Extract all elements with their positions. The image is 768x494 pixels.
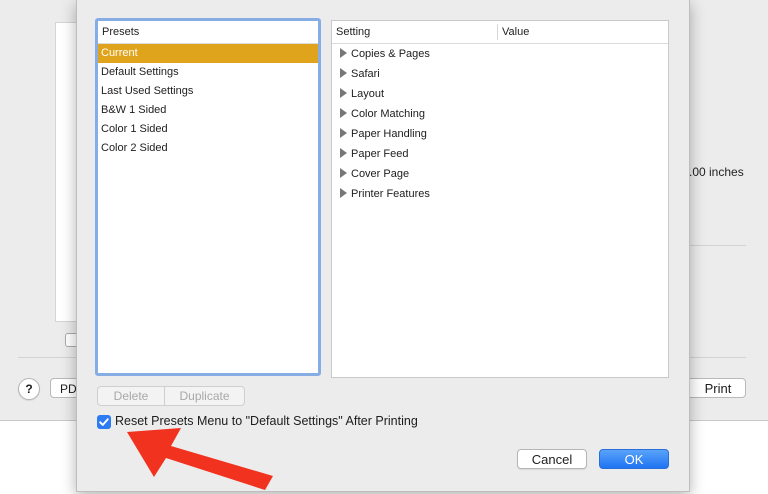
divider	[688, 357, 746, 358]
setting-label: Paper Handling	[351, 128, 427, 140]
setting-label: Layout	[351, 88, 385, 100]
setting-label: Color Matching	[351, 108, 425, 120]
delete-button[interactable]: Delete	[98, 387, 164, 405]
presets-list[interactable]: Presets Current Default Settings Last Us…	[95, 18, 321, 376]
disclosure-triangle-icon[interactable]	[340, 48, 347, 58]
ok-button[interactable]: OK	[599, 449, 669, 469]
disclosure-triangle-icon[interactable]	[340, 148, 347, 158]
help-button[interactable]: ?	[18, 378, 40, 400]
setting-label: Paper Feed	[351, 148, 409, 160]
disclosure-triangle-icon[interactable]	[340, 168, 347, 178]
preset-actions-group: Delete Duplicate	[97, 386, 245, 406]
preset-item-default-settings[interactable]: Default Settings	[98, 63, 318, 82]
cancel-button[interactable]: Cancel	[517, 449, 587, 469]
settings-table-header: Setting Value	[332, 21, 668, 44]
disclosure-triangle-icon[interactable]	[340, 88, 347, 98]
setting-row-cover-page[interactable]: Cover Page	[332, 164, 668, 184]
settings-table[interactable]: Setting Value Copies & Pages Safari Layo…	[331, 20, 669, 378]
preset-item-last-used-settings[interactable]: Last Used Settings	[98, 82, 318, 101]
setting-row-layout[interactable]: Layout	[332, 84, 668, 104]
setting-row-paper-feed[interactable]: Paper Feed	[332, 144, 668, 164]
setting-row-printer-features[interactable]: Printer Features	[332, 184, 668, 204]
disclosure-triangle-icon[interactable]	[340, 108, 347, 118]
preset-item-color-2-sided[interactable]: Color 2 Sided	[98, 139, 318, 158]
column-value[interactable]: Value	[502, 21, 529, 43]
presets-sheet: Presets Current Default Settings Last Us…	[76, 0, 690, 492]
setting-row-paper-handling[interactable]: Paper Handling	[332, 124, 668, 144]
setting-label: Copies & Pages	[351, 48, 430, 60]
setting-label: Printer Features	[351, 188, 430, 200]
reset-presets-checkbox[interactable]	[97, 415, 111, 429]
column-setting[interactable]: Setting	[336, 21, 370, 43]
disclosure-triangle-icon[interactable]	[340, 188, 347, 198]
preset-item-current[interactable]: Current	[98, 44, 318, 63]
reset-presets-label: Reset Presets Menu to "Default Settings"…	[115, 414, 418, 428]
paper-size-text: .00 inches	[689, 165, 744, 179]
divider	[688, 245, 746, 246]
preset-item-color-1-sided[interactable]: Color 1 Sided	[98, 120, 318, 139]
setting-label: Cover Page	[351, 168, 410, 180]
setting-row-safari[interactable]: Safari	[332, 64, 668, 84]
presets-header: Presets	[98, 21, 318, 44]
setting-row-copies-pages[interactable]: Copies & Pages	[332, 44, 668, 64]
disclosure-triangle-icon[interactable]	[340, 68, 347, 78]
column-separator	[497, 24, 498, 40]
print-button[interactable]: Print	[682, 378, 746, 398]
preset-item-bw-1-sided[interactable]: B&W 1 Sided	[98, 101, 318, 120]
divider	[18, 357, 76, 358]
setting-label: Safari	[351, 68, 380, 80]
disclosure-triangle-icon[interactable]	[340, 128, 347, 138]
setting-row-color-matching[interactable]: Color Matching	[332, 104, 668, 124]
duplicate-button[interactable]: Duplicate	[165, 387, 244, 405]
checkmark-icon	[99, 418, 109, 426]
